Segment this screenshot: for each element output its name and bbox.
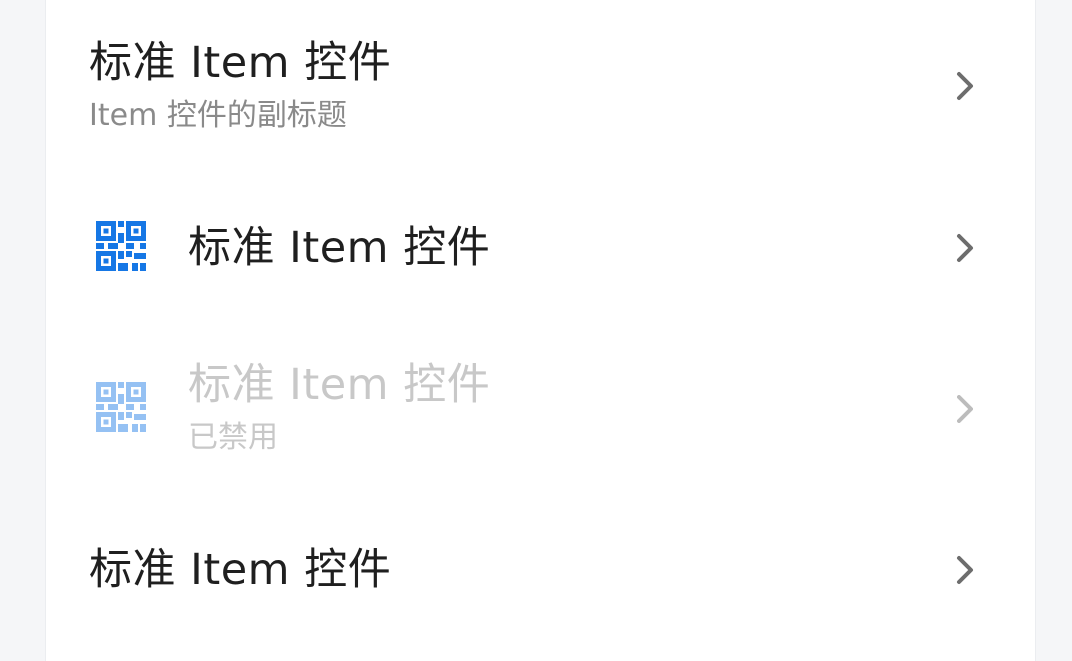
chevron-right-icon [957,234,973,262]
qr-code-icon [96,221,146,271]
item-subtitle: Item 控件的副标题 [89,98,347,133]
item-title: 标准 Item 控件 [89,545,392,595]
chevron-right-icon [957,556,973,584]
item-title: 标准 Item 控件 [89,38,392,88]
item-subtitle: 已禁用 [188,420,278,455]
list-item-standard[interactable]: 标准 Item 控件 [46,483,1035,661]
chevron-right-icon [957,72,973,100]
qr-code-icon [96,382,146,432]
chevron-right-icon [957,395,973,423]
item-title: 标准 Item 控件 [188,360,491,410]
item-title: 标准 Item 控件 [188,223,491,273]
list-item-standard-with-subtitle[interactable]: 标准 Item 控件 Item 控件的副标题 [46,0,1035,161]
list-item-with-icon[interactable]: 标准 Item 控件 [46,161,1035,322]
list-card: 标准 Item 控件 Item 控件的副标题 标准 Item 控件 标准 Ite… [45,0,1036,661]
list-item-disabled: 标准 Item 控件 已禁用 [46,322,1035,483]
